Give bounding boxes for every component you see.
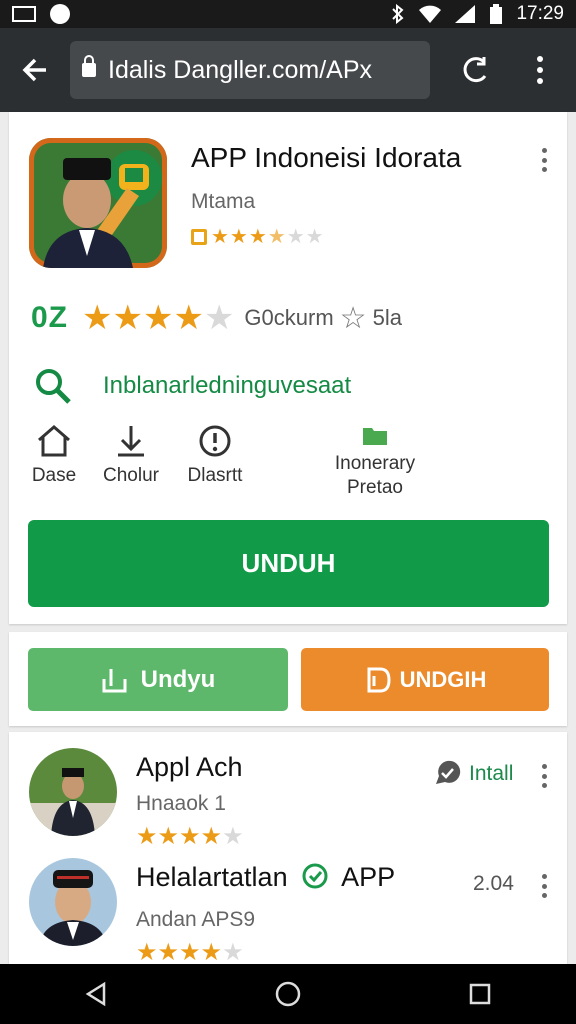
action-cholur[interactable]: Cholur xyxy=(101,424,161,488)
search-label: Inblanarledninguvesaat xyxy=(103,372,352,399)
action-inonerary[interactable]: Inonerary Pretao xyxy=(319,424,431,500)
app-small-rating: ★★★★★★ xyxy=(191,224,325,249)
rating-count-text: G0ckurm xyxy=(244,305,334,330)
nav-back-icon[interactable] xyxy=(82,980,110,1008)
app-icon-image xyxy=(29,138,167,268)
back-button[interactable] xyxy=(0,28,70,112)
browser-toolbar: Idalis Dangller.com/APx xyxy=(0,28,576,112)
bluetooth-icon xyxy=(392,4,404,24)
list-item-subtitle: Andan APS9 xyxy=(136,908,256,931)
app-developer: Mtama xyxy=(191,190,256,213)
download-icon xyxy=(118,426,144,457)
search-link[interactable]: Inblanarledninguvesaat xyxy=(33,366,351,406)
app-title: APP Indoneisi Idorata xyxy=(191,142,462,173)
app-list-card: Appl Ach Hnaaok 1 ★★★★★ Intall Helalarta… xyxy=(9,732,567,972)
list-item[interactable]: Appl Ach Hnaaok 1 ★★★★★ Intall xyxy=(9,732,567,850)
avatar xyxy=(29,748,117,836)
star-rating: ★★★★★ xyxy=(82,299,235,337)
green-button-label: Undyu xyxy=(140,665,216,693)
file-download-icon xyxy=(367,667,391,692)
app-more-button[interactable] xyxy=(539,148,549,172)
download-buttons-card: Undyu UNDGIH xyxy=(9,632,567,726)
url-text: Idalis Dangller.com/APx xyxy=(108,55,373,84)
list-item-title-text: Helalartatlan xyxy=(136,862,288,892)
list-item-subtitle: Hnaaok 1 xyxy=(136,792,226,815)
action-label: Inonerary Pretao xyxy=(334,453,416,498)
list-item-more-button[interactable] xyxy=(539,874,549,898)
orange-download-button[interactable]: UNDGIH xyxy=(301,648,549,711)
action-dlasrtt[interactable]: Dlasrtt xyxy=(185,424,245,488)
nav-recents-icon[interactable] xyxy=(466,980,494,1008)
battery-icon xyxy=(490,4,503,24)
list-item-title-suffix: APP xyxy=(341,862,396,892)
verified-icon xyxy=(302,863,328,889)
system-nav-bar xyxy=(0,964,576,1024)
action-label: Cholur xyxy=(103,465,159,486)
list-item-title: Helalartatlan APP xyxy=(136,862,395,893)
back-arrow-icon xyxy=(22,58,46,82)
nav-home-icon[interactable] xyxy=(274,980,302,1008)
list-item-title: Appl Ach xyxy=(136,752,243,782)
url-bar[interactable]: Idalis Dangller.com/APx xyxy=(70,41,430,99)
action-label: Dase xyxy=(31,465,77,486)
folder-icon xyxy=(363,428,387,445)
info-icon xyxy=(199,425,231,457)
list-item-stars: ★★★★★ xyxy=(136,939,244,966)
small-star-rating: ★★★★★★ xyxy=(211,226,325,248)
badge-icon xyxy=(191,228,207,245)
star-outline-icon[interactable]: ☆ xyxy=(340,301,367,336)
download-hand-icon xyxy=(102,668,127,692)
tabs-refresh-button[interactable] xyxy=(460,54,492,86)
app-detail-card: APP Indoneisi Idorata Mtama ★★★★★★ 0Z ★★… xyxy=(9,112,567,624)
list-item-stars: ★★★★★ xyxy=(136,823,244,850)
browser-menu-button[interactable] xyxy=(530,52,550,88)
rating-text-secondary: 5la xyxy=(372,305,402,330)
install-button[interactable]: UNDUH xyxy=(28,520,549,607)
home-icon xyxy=(38,425,70,457)
action-label: Dlasrtt xyxy=(187,465,243,486)
app-notification-icon xyxy=(50,4,70,24)
version-label: 2.04 xyxy=(473,872,514,895)
action-dase[interactable]: Dase xyxy=(29,424,79,488)
rating-row: 0Z ★★★★★ G0ckurm ☆ 5la xyxy=(31,298,402,338)
status-bar: 17:29 xyxy=(0,0,576,28)
chat-icon xyxy=(436,760,461,784)
green-download-button[interactable]: Undyu xyxy=(28,648,288,711)
wifi-icon xyxy=(419,5,442,23)
list-item[interactable]: Helalartatlan APP Andan APS9 ★★★★★ 2.04 xyxy=(9,850,567,966)
install-link[interactable]: Intall xyxy=(433,760,513,788)
rating-score: 0Z xyxy=(31,301,69,334)
install-link-label: Intall xyxy=(469,762,514,785)
avatar xyxy=(29,858,117,946)
status-time: 17:29 xyxy=(516,3,564,24)
gallery-notification-icon xyxy=(12,6,36,22)
search-icon xyxy=(36,369,71,404)
signal-icon xyxy=(455,5,476,23)
orange-button-label: UNDGIH xyxy=(399,666,487,692)
list-item-more-button[interactable] xyxy=(539,764,549,788)
lock-icon xyxy=(82,55,96,77)
